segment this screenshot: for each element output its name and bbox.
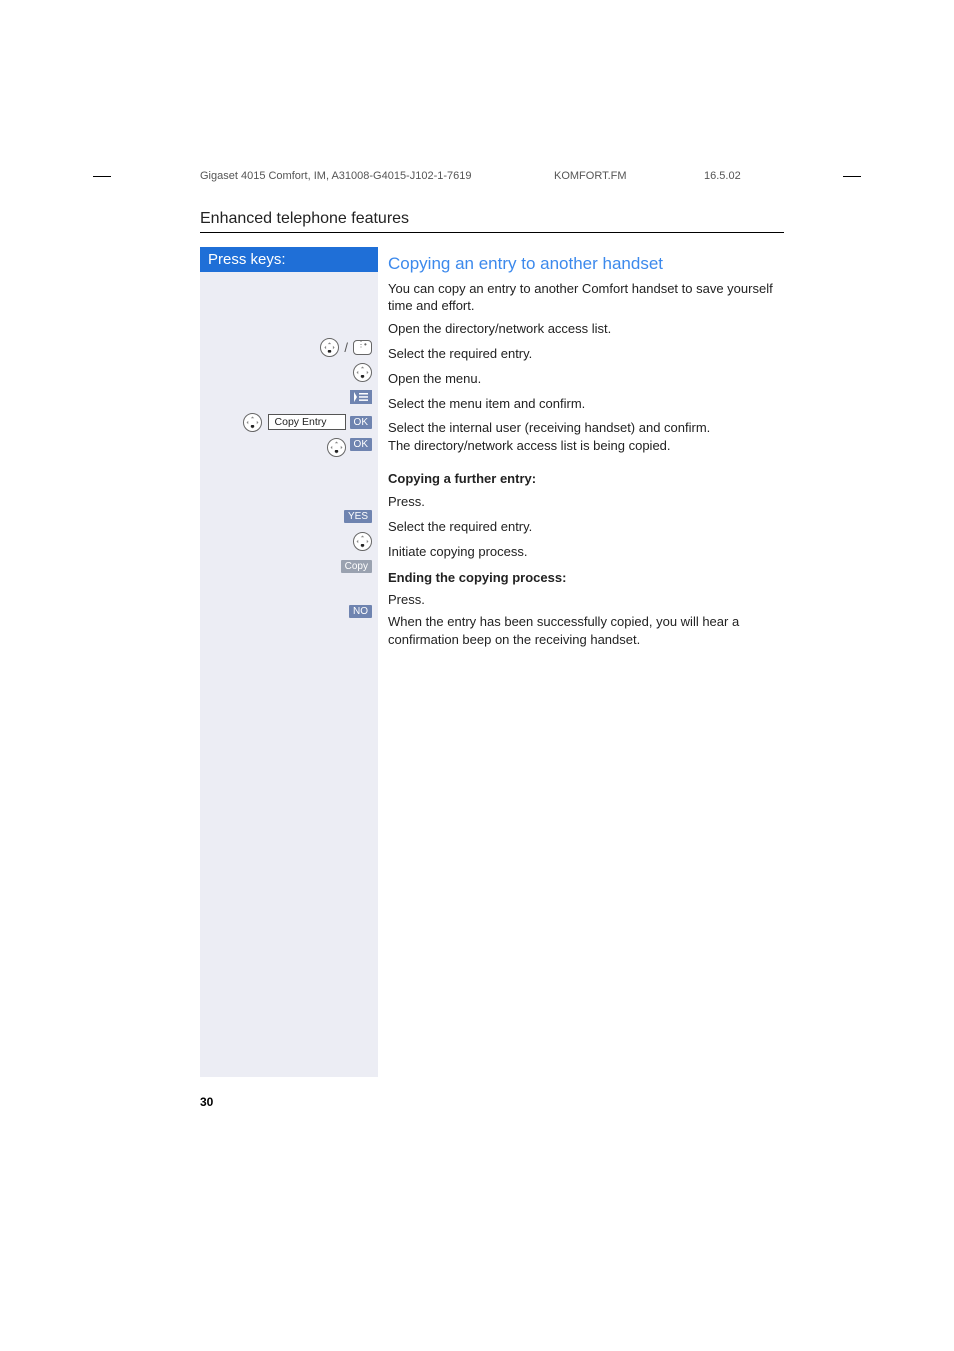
- key-no: NO: [200, 600, 378, 622]
- doc-file: KOMFORT.FM: [554, 170, 704, 182]
- slash: /: [344, 340, 348, 355]
- section-title: Enhanced telephone features: [200, 210, 784, 233]
- dpad-nav-icon: [353, 532, 372, 551]
- copy-softkey: Copy: [341, 560, 372, 573]
- running-header: Gigaset 4015 Comfort, IM, A31008-G4015-J…: [200, 170, 784, 182]
- key-open-directory: /: [200, 336, 378, 358]
- key-yes: YES: [200, 505, 378, 527]
- dpad-nav-icon: [243, 413, 262, 432]
- key-select-user: OK: [200, 436, 378, 482]
- doc-date: 16.5.02: [704, 170, 784, 182]
- step-select-user-1: Select the internal user (receiving hand…: [388, 420, 710, 435]
- menu-softkey-icon: [350, 390, 372, 404]
- page: Gigaset 4015 Comfort, IM, A31008-G4015-J…: [0, 0, 954, 1109]
- doc-id: Gigaset 4015 Comfort, IM, A31008-G4015-J…: [200, 170, 554, 182]
- key-open-menu: [200, 386, 378, 408]
- step-open-dir: Open the directory/network access list.: [388, 320, 611, 338]
- step-select-user-2: The directory/network access list is bei…: [388, 438, 671, 453]
- key-copy: Copy: [200, 555, 378, 577]
- keys-header: Press keys:: [200, 247, 378, 272]
- instruction-column: Copying an entry to another handset You …: [378, 247, 784, 1077]
- dpad-down-icon: [320, 338, 339, 357]
- key-select-entry: [200, 361, 378, 383]
- ok-softkey: OK: [350, 438, 372, 451]
- menu-item-copy-entry: Copy Entry: [268, 414, 346, 430]
- further-copy: Initiate copying process.: [388, 543, 527, 561]
- yes-softkey: YES: [344, 510, 372, 523]
- ending-heading: Ending the copying process:: [388, 569, 784, 587]
- further-heading: Copying a further entry:: [388, 470, 784, 488]
- step-open-menu: Open the menu.: [388, 370, 481, 388]
- step-select-confirm: Select the menu item and confirm.: [388, 395, 585, 413]
- step-select-entry: Select the required entry.: [388, 345, 532, 363]
- further-press: Press.: [388, 493, 425, 511]
- step-select-user: Select the internal user (receiving hand…: [388, 418, 784, 464]
- key-copy-entry: Copy Entry OK: [200, 411, 378, 433]
- no-softkey: NO: [349, 605, 372, 618]
- keys-column: Press keys: /: [200, 247, 378, 1077]
- dpad-nav-icon: [353, 363, 372, 382]
- intro-text: You can copy an entry to another Comfort…: [388, 280, 784, 315]
- ending-press: Press.: [388, 591, 425, 609]
- page-number: 30: [200, 1095, 784, 1109]
- ending-after: When the entry has been successfully cop…: [388, 614, 739, 647]
- list-key-icon: [353, 340, 372, 355]
- dpad-nav-icon: [327, 438, 346, 457]
- ok-softkey: OK: [350, 416, 372, 429]
- key-select-entry-2: [200, 530, 378, 552]
- subheading: Copying an entry to another handset: [388, 253, 784, 276]
- further-select: Select the required entry.: [388, 518, 532, 536]
